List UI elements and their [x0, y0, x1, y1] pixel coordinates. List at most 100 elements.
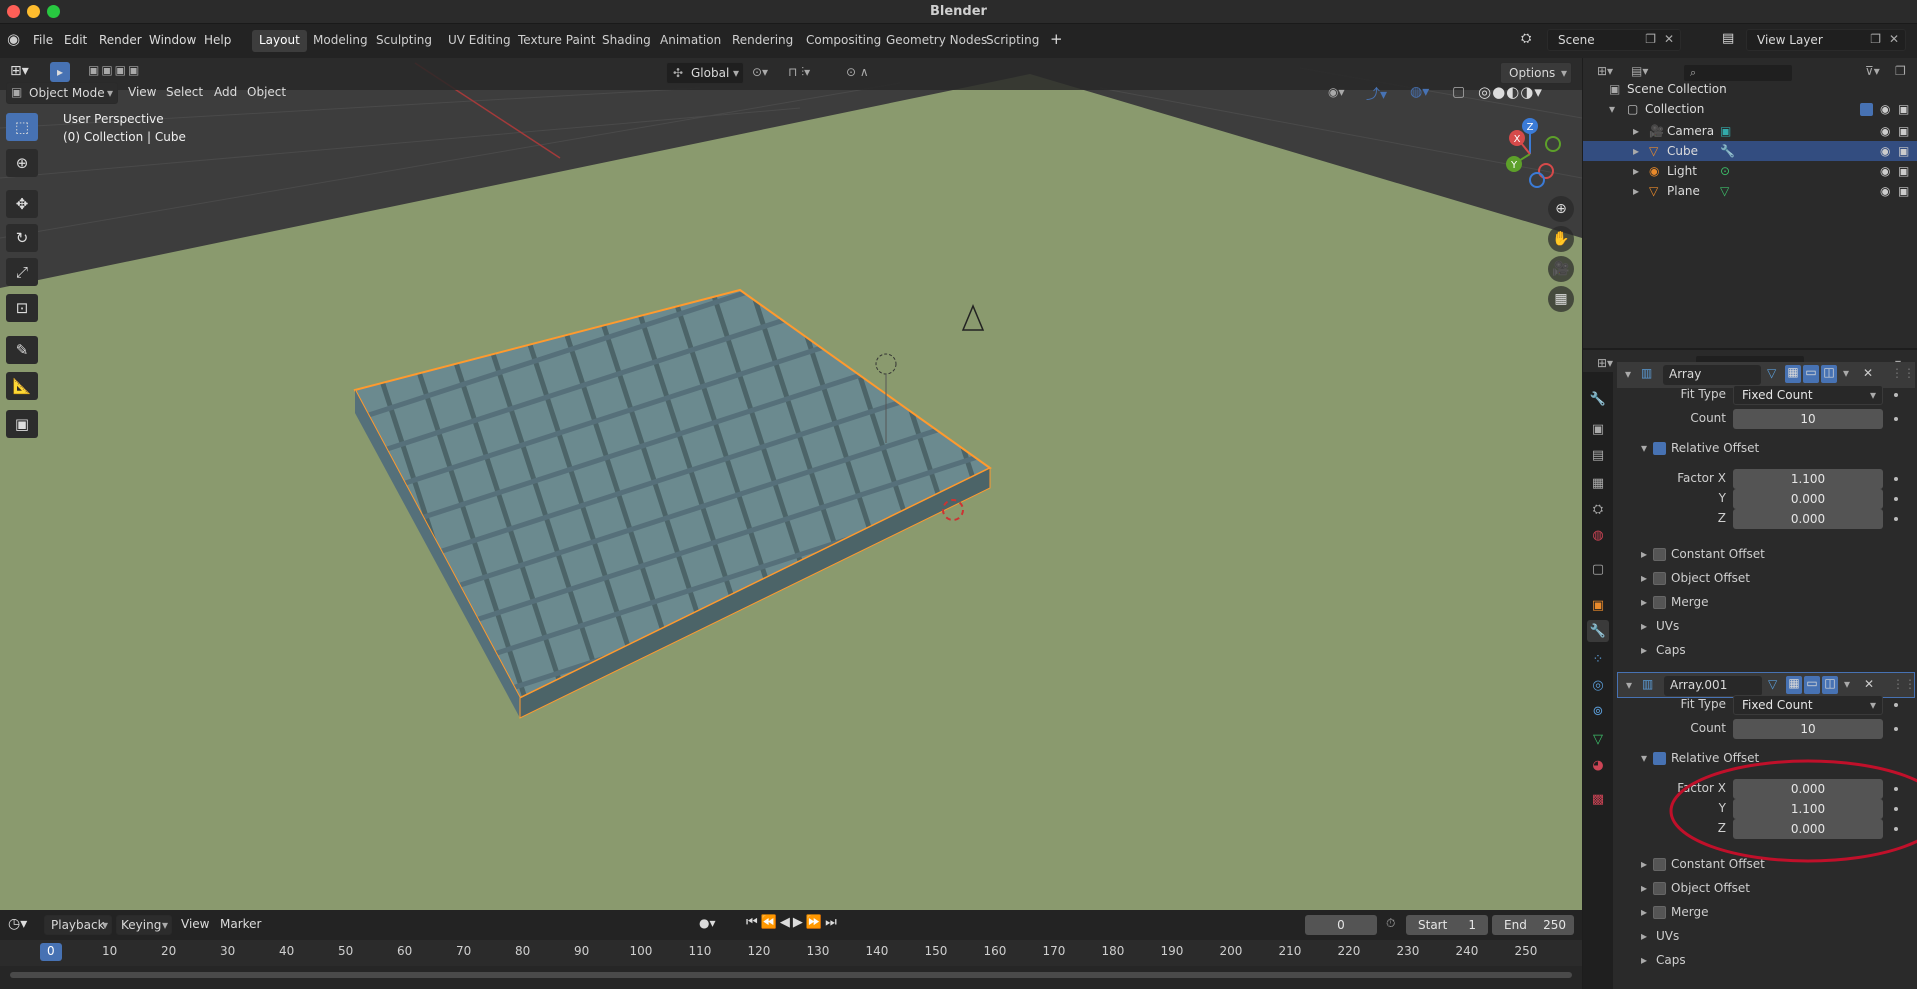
chevron-right-icon[interactable]: ▸	[1641, 929, 1647, 943]
start-frame-field[interactable]: Start 1	[1406, 915, 1488, 935]
record-icon[interactable]: ●▾	[699, 916, 716, 930]
menu-edit[interactable]: Edit	[64, 33, 87, 47]
end-frame-field[interactable]: End 250	[1492, 915, 1574, 935]
menu-window[interactable]: Window	[149, 33, 196, 47]
object-offset-subpanel[interactable]: Object Offset	[1671, 881, 1750, 895]
proportional-edit-icon[interactable]: ⊙ ∧	[846, 65, 869, 79]
3d-viewport[interactable]	[0, 58, 1582, 910]
object-offset-checkbox[interactable]	[1653, 882, 1666, 895]
tab-workspace-scripting[interactable]: Scripting	[979, 30, 1046, 52]
fit-type-dropdown[interactable]: Fixed Count ▾	[1733, 695, 1883, 715]
chevron-down-icon[interactable]: ▾	[1641, 751, 1647, 765]
drag-handle-icon[interactable]: ⋮⋮	[1891, 366, 1915, 380]
playback-controls-icon[interactable]: ⏮⏪◀▶⏩⏭	[746, 915, 840, 930]
object-data-icon[interactable]: ▽	[1720, 184, 1729, 198]
mode-dropdown[interactable]: ▣ Object Mode ▾	[6, 82, 118, 104]
chevron-down-icon[interactable]: ▾	[1641, 441, 1647, 455]
chevron-right-icon[interactable]: ▸	[1641, 571, 1647, 585]
pivot-icon[interactable]: ⊙▾	[752, 65, 768, 79]
eye-icon[interactable]: ◉	[1880, 144, 1890, 158]
object-offset-subpanel[interactable]: Object Offset	[1671, 571, 1750, 585]
viewport-display-icon[interactable]: ▭	[1803, 365, 1819, 383]
timeline-ruler[interactable]: 0 10 20 30 40 50 60 70 80 90 100 110 120 130 140 150 160…	[0, 940, 1582, 966]
orientation-dropdown[interactable]: ✣ Global ▾	[666, 62, 744, 84]
stopwatch-icon[interactable]: ⏱	[1386, 916, 1395, 931]
timeline-scrollbar[interactable]	[10, 972, 1572, 978]
remove-scene-icon[interactable]: ✕	[1664, 32, 1674, 46]
camera-view-icon[interactable]: 🎥	[1548, 256, 1574, 282]
tab-workspace-compositing[interactable]: Compositing	[799, 30, 888, 52]
timeline-menu-marker[interactable]: Marker	[220, 917, 261, 931]
tab-workspace-geometry-nodes[interactable]: Geometry Nodes	[879, 30, 994, 52]
tab-workspace-texture-paint[interactable]: Texture Paint	[511, 30, 602, 52]
viewport-menu-select[interactable]: Select	[166, 85, 203, 99]
chevron-right-icon[interactable]: ▸	[1633, 144, 1639, 158]
tab-workspace-modeling[interactable]: Modeling	[306, 30, 375, 52]
camera-render-icon[interactable]: ▣	[1898, 124, 1909, 138]
eye-icon[interactable]: ◉	[1880, 124, 1890, 138]
tab-workspace-animation[interactable]: Animation	[653, 30, 728, 52]
edit-mode-icon[interactable]: ▽	[1767, 366, 1776, 380]
scene-selector[interactable]: Scene ❐ ✕	[1547, 29, 1681, 51]
object-offset-checkbox[interactable]	[1653, 572, 1666, 585]
chevron-right-icon[interactable]: ▸	[1641, 547, 1647, 561]
modifier-name-input[interactable]: Array.001	[1664, 676, 1762, 696]
output-tab-icon[interactable]: ▤	[1587, 444, 1609, 466]
move-tool[interactable]: ✥	[6, 190, 38, 218]
count-field[interactable]: 10	[1733, 719, 1883, 739]
filter-icon[interactable]: ⊽▾	[1865, 64, 1880, 78]
chevron-right-icon[interactable]: ▸	[1641, 857, 1647, 871]
new-collection-icon[interactable]: ❐	[1895, 64, 1906, 78]
blender-logo-icon[interactable]: ◉	[7, 30, 20, 48]
outliner-row-scene-collection[interactable]: ▣ Scene Collection	[1583, 79, 1917, 99]
count-field[interactable]: 10	[1733, 409, 1883, 429]
chevron-down-icon[interactable]: ▾	[1843, 366, 1849, 380]
select-box-tool[interactable]: ⬚	[6, 113, 38, 141]
tab-workspace-shading[interactable]: Shading	[595, 30, 658, 52]
material-tab-icon[interactable]: ◕	[1587, 754, 1609, 776]
view-layer-icon[interactable]: ▤	[1722, 31, 1734, 46]
physics-tab-icon[interactable]: ◎	[1587, 674, 1609, 696]
add-workspace-icon[interactable]: +	[1050, 30, 1063, 48]
perspective-toggle-icon[interactable]: ▦	[1548, 286, 1574, 312]
selection-modes-icon[interactable]: ▣▣▣▣	[88, 63, 141, 77]
eye-icon[interactable]: ◉	[1880, 164, 1890, 178]
transform-tool[interactable]: ⊡	[6, 294, 38, 322]
display-mode-icon[interactable]: ▤▾	[1631, 64, 1648, 78]
scene-icon[interactable]: ⛭	[1521, 31, 1531, 46]
rotate-tool[interactable]: ↻	[6, 224, 38, 252]
chevron-down-icon[interactable]: ▾	[1625, 367, 1631, 381]
merge-checkbox[interactable]	[1653, 906, 1666, 919]
timeline-editor-icon[interactable]: ◷▾	[8, 916, 27, 932]
visibility-icon[interactable]: ◉▾	[1328, 85, 1345, 99]
chevron-right-icon[interactable]: ▸	[1641, 881, 1647, 895]
outliner-row-cube[interactable]: ▸ ▽ Cube 🔧 ◉ ▣	[1583, 141, 1917, 161]
chevron-right-icon[interactable]: ▸	[1641, 905, 1647, 919]
scale-tool[interactable]: ⤢	[6, 258, 38, 286]
close-icon[interactable]: ✕	[1863, 366, 1873, 380]
outliner-row-plane[interactable]: ▸ ▽ Plane ▽ ◉ ▣	[1583, 181, 1917, 201]
copy-view-layer-icon[interactable]: ❐	[1870, 32, 1881, 46]
drag-handle-icon[interactable]: ⋮⋮	[1892, 677, 1916, 691]
camera-render-icon[interactable]: ▣	[1898, 144, 1909, 158]
caps-subpanel[interactable]: Caps	[1656, 953, 1686, 967]
chevron-down-icon[interactable]: ▾	[1609, 102, 1615, 116]
properties-editor-icon[interactable]: ⊞▾	[1597, 356, 1613, 370]
constraints-tab-icon[interactable]: ⊚	[1587, 700, 1609, 722]
options-dropdown[interactable]: Options ▾	[1500, 62, 1572, 84]
collection-tab-icon[interactable]: ▢	[1587, 558, 1609, 580]
chevron-down-icon[interactable]: ▾	[1626, 678, 1632, 692]
chevron-right-icon[interactable]: ▸	[1641, 619, 1647, 633]
camera-render-icon[interactable]: ▣	[1898, 164, 1909, 178]
keying-dropdown[interactable]: Keying ▾	[116, 915, 172, 935]
constant-offset-subpanel[interactable]: Constant Offset	[1671, 547, 1765, 561]
data-tab-icon[interactable]: ▽	[1587, 728, 1609, 750]
uvs-subpanel[interactable]: UVs	[1656, 619, 1679, 633]
tab-workspace-uv-editing[interactable]: UV Editing	[441, 30, 518, 52]
render-display-icon[interactable]: ◫	[1822, 676, 1838, 694]
view-layer-tab-icon[interactable]: ▦	[1587, 472, 1609, 494]
viewport-menu-view[interactable]: View	[128, 85, 156, 99]
chevron-right-icon[interactable]: ▸	[1641, 595, 1647, 609]
outliner-row-camera[interactable]: ▸ 🎥 Camera ▣ ◉ ▣	[1583, 121, 1917, 141]
outliner-editor-icon[interactable]: ⊞▾	[1597, 64, 1613, 78]
